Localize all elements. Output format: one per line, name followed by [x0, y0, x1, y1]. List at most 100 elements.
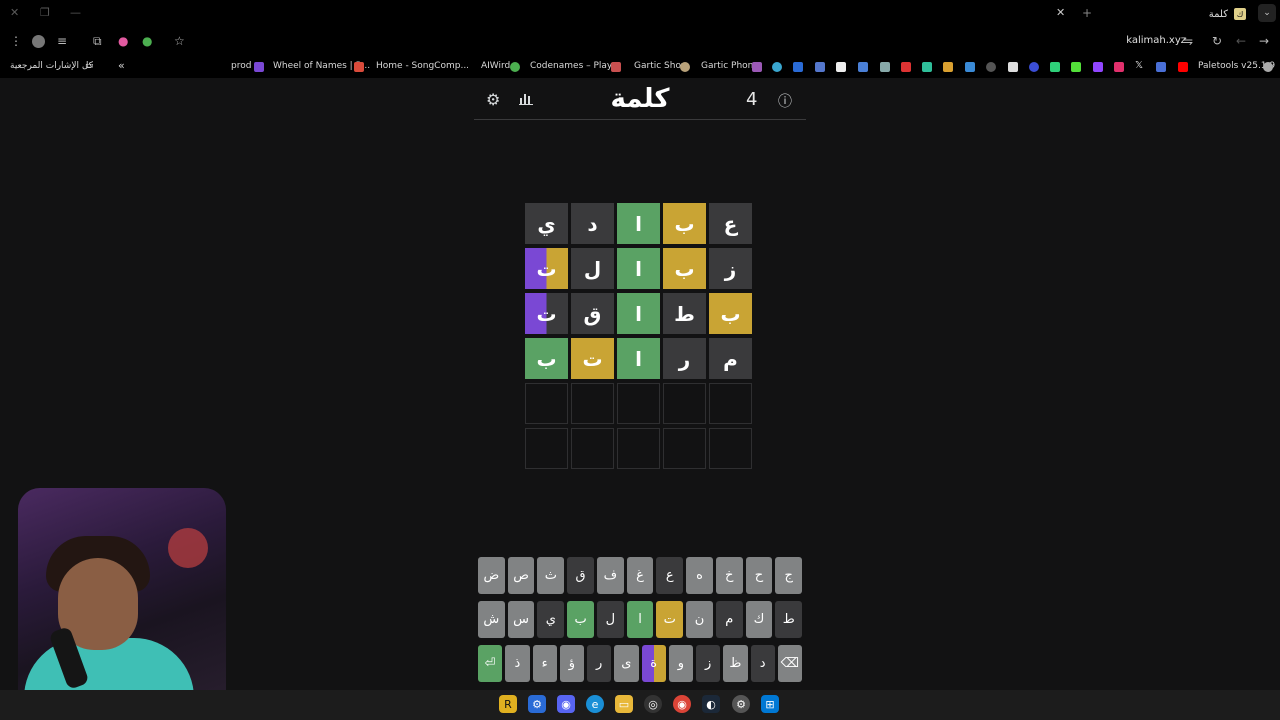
- board-cell: ا: [617, 338, 660, 379]
- ext-icon-12[interactable]: [1008, 62, 1018, 72]
- keyboard-key[interactable]: ك: [745, 601, 773, 638]
- close-window-icon[interactable]: ✕: [10, 6, 19, 19]
- steam-icon[interactable]: ◐: [702, 695, 720, 713]
- keyboard-key[interactable]: ق: [567, 557, 594, 594]
- board-cell: [525, 428, 568, 469]
- keyboard-key[interactable]: ح: [745, 557, 773, 594]
- chrome-icon[interactable]: ◉: [673, 695, 691, 713]
- ext-icon-13[interactable]: [1029, 62, 1039, 72]
- bookmark-codenames[interactable]: Codenames – Play...: [530, 61, 620, 71]
- ext-icon-8[interactable]: [922, 62, 932, 72]
- keyboard-key[interactable]: ذ: [505, 645, 530, 682]
- keyboard-key[interactable]: م: [715, 601, 743, 638]
- board-cell: [617, 383, 660, 424]
- ext-icon-3[interactable]: [815, 62, 825, 72]
- help-icon[interactable]: ⓘ: [778, 91, 792, 111]
- keyboard-key[interactable]: ا: [626, 601, 654, 638]
- keyboard-key[interactable]: س: [507, 601, 535, 638]
- x-icon[interactable]: 𝕏: [1135, 60, 1143, 71]
- keyboard-key[interactable]: د: [750, 645, 775, 682]
- keyboard-key[interactable]: ر: [587, 645, 612, 682]
- ext-icon-7[interactable]: [901, 62, 911, 72]
- keyboard-key[interactable]: ي: [537, 601, 565, 638]
- keyboard-key[interactable]: ؤ: [559, 645, 584, 682]
- keyboard-key[interactable]: ث: [537, 557, 565, 594]
- twitch-icon-2[interactable]: [1093, 62, 1103, 72]
- keyboard-key[interactable]: ء: [532, 645, 557, 682]
- board-cell: [525, 383, 568, 424]
- profile-icon[interactable]: [32, 35, 45, 48]
- kick-icon[interactable]: [1071, 62, 1081, 72]
- menu-icon[interactable]: ⋮: [10, 34, 22, 48]
- keyboard-key[interactable]: ص: [507, 557, 535, 594]
- keyboard-key[interactable]: ع: [656, 557, 684, 594]
- bookmark-aiwird[interactable]: AIWird: [481, 61, 510, 71]
- ext-icon-14[interactable]: [1050, 62, 1060, 72]
- extensions-icon[interactable]: ⧉: [93, 34, 102, 49]
- browser-tab[interactable]: ✕ كلمة ك: [1056, 4, 1250, 24]
- tab-search-icon[interactable]: ⌄: [1258, 4, 1276, 22]
- enter-key[interactable]: ⏎: [478, 645, 503, 682]
- minimize-window-icon[interactable]: —: [70, 6, 81, 19]
- ext-icon-15[interactable]: [1156, 62, 1166, 72]
- back-icon[interactable]: →: [1259, 34, 1269, 48]
- keyboard-key[interactable]: ظ: [723, 645, 748, 682]
- close-tab-icon[interactable]: ✕: [1056, 6, 1065, 19]
- keyboard-key[interactable]: و: [668, 645, 693, 682]
- keyboard-key[interactable]: ل: [596, 601, 624, 638]
- file-explorer-icon[interactable]: ▭: [615, 695, 633, 713]
- keyboard-key[interactable]: غ: [626, 557, 654, 594]
- gartic-phone-icon: [752, 62, 762, 72]
- keyboard-key[interactable]: ى: [614, 645, 639, 682]
- ext-icon-2[interactable]: [793, 62, 803, 72]
- reload-icon[interactable]: ↻: [1212, 34, 1222, 48]
- keyboard-key[interactable]: ز: [696, 645, 721, 682]
- keyboard-key[interactable]: ج: [775, 557, 803, 594]
- site-settings-icon[interactable]: ⇋: [1183, 34, 1193, 48]
- ext-icon-9[interactable]: [943, 62, 953, 72]
- ext-icon-11[interactable]: [986, 62, 996, 72]
- shield-icon[interactable]: ●: [118, 34, 128, 48]
- ext-icon-6[interactable]: [880, 62, 890, 72]
- restore-window-icon[interactable]: ❐: [40, 6, 50, 19]
- board-row: بتارم: [525, 338, 755, 379]
- keyboard-key[interactable]: ن: [686, 601, 713, 638]
- backspace-key[interactable]: ⌫: [777, 645, 802, 682]
- keyboard-key[interactable]: ف: [596, 557, 624, 594]
- keyboard-key[interactable]: خ: [715, 557, 743, 594]
- instagram-icon[interactable]: [1114, 62, 1124, 72]
- board-cell: ع: [709, 203, 752, 244]
- forward-icon[interactable]: ←: [1236, 34, 1246, 48]
- edge-icon[interactable]: e: [586, 695, 604, 713]
- ext-icon-10[interactable]: [965, 62, 975, 72]
- keyboard-key[interactable]: ض: [478, 557, 505, 594]
- obs-icon[interactable]: ◎: [644, 695, 662, 713]
- address-bar[interactable]: kalimah.xyz: [1126, 35, 1186, 46]
- bookmark-star-icon[interactable]: ☆: [174, 34, 185, 48]
- new-tab-icon[interactable]: +: [1082, 6, 1092, 20]
- youtube-icon[interactable]: [1178, 62, 1188, 72]
- bookmark-prod[interactable]: prod: [231, 61, 251, 71]
- ext-icon-4[interactable]: [836, 62, 846, 72]
- reading-list-icon[interactable]: ≡: [57, 34, 67, 48]
- ext-icon-5[interactable]: [858, 62, 868, 72]
- chevron-icon[interactable]: «: [118, 59, 125, 72]
- discord-icon[interactable]: ◉: [557, 695, 575, 713]
- bookmark-gartic-phone[interactable]: Gartic Phone: [701, 61, 759, 71]
- twitch-icon: [254, 62, 264, 72]
- keyboard-key[interactable]: ه: [686, 557, 713, 594]
- ext-icon-1[interactable]: [772, 62, 782, 72]
- extension-icon[interactable]: ●: [142, 34, 152, 48]
- keyboard-key[interactable]: ب: [567, 601, 594, 638]
- keyboard-key[interactable]: ة: [641, 645, 666, 682]
- board-cell: [709, 383, 752, 424]
- settings-icon[interactable]: ⚙: [732, 695, 750, 713]
- keyboard-key[interactable]: ت: [656, 601, 684, 638]
- all-bookmarks-folder[interactable]: كل الإشارات المرجعية: [10, 61, 93, 71]
- keyboard-key[interactable]: ط: [775, 601, 803, 638]
- bookmark-songcomp[interactable]: Home - SongComp...: [376, 61, 469, 71]
- windows-start-icon[interactable]: ⊞: [761, 695, 779, 713]
- keyboard-key[interactable]: ش: [478, 601, 505, 638]
- app-icon[interactable]: ⚙: [528, 695, 546, 713]
- rockstar-icon[interactable]: R: [499, 695, 517, 713]
